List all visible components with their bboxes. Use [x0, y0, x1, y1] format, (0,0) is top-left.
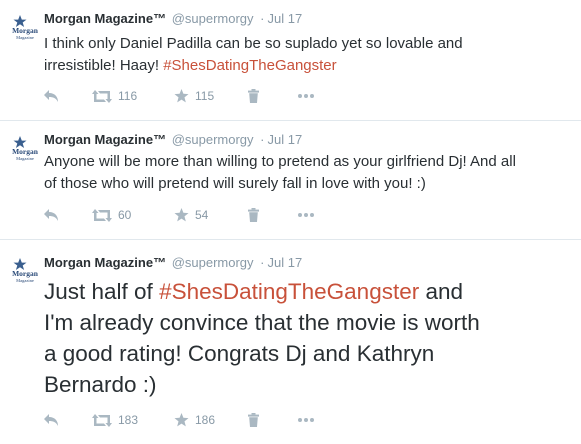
svg-text:Morgan: Morgan: [12, 147, 38, 156]
tweet: Morgan Magazine Morgan Magazine™ @superm…: [0, 0, 581, 121]
star-icon: [174, 208, 189, 222]
svg-text:Magazine: Magazine: [16, 278, 34, 283]
tweet-text-line: irresistible! Haay! #ShesDatingTheGangst…: [44, 55, 574, 77]
retweet-button[interactable]: 60: [92, 207, 131, 223]
tweet-header: Morgan Magazine™ @supermorgy · Jul 17: [44, 255, 302, 271]
svg-text:Morgan: Morgan: [12, 269, 38, 278]
more-icon: [298, 213, 314, 217]
tweet-text: Anyone will be more than willing to pret…: [44, 151, 574, 195]
fullname[interactable]: Morgan Magazine™: [44, 255, 166, 270]
separator: ·: [260, 11, 265, 26]
delete-button[interactable]: [248, 412, 259, 428]
tweet-text-line: I think only Daniel Padilla can be so su…: [44, 35, 463, 52]
retweet-icon: [92, 208, 112, 222]
tweet-actions: 116 115: [44, 88, 344, 104]
separator: ·: [260, 255, 265, 270]
tweet-text-line: Just half of #ShesDatingTheGangster and: [44, 276, 574, 307]
username[interactable]: @supermorgy: [172, 255, 254, 270]
avatar[interactable]: Morgan Magazine: [12, 135, 38, 161]
favorite-button[interactable]: 115: [174, 88, 214, 104]
reply-icon: [44, 414, 58, 426]
tweet-text: I think only Daniel Padilla can be so su…: [44, 33, 574, 77]
tweet-feed: Morgan Magazine Morgan Magazine™ @superm…: [0, 0, 581, 444]
tweet-text: Just half of #ShesDatingTheGangster and …: [44, 276, 574, 400]
favorite-button[interactable]: 54: [174, 207, 208, 223]
delete-button[interactable]: [248, 207, 259, 223]
more-icon: [298, 418, 314, 422]
fullname[interactable]: Morgan Magazine™: [44, 132, 166, 147]
favorite-count: 115: [195, 89, 215, 103]
svg-text:Magazine: Magazine: [16, 156, 34, 161]
star-icon: [174, 413, 189, 427]
tweet: Morgan Magazine Morgan Magazine™ @superm…: [0, 121, 581, 240]
favorite-count: 54: [195, 208, 209, 222]
favorite-count: 186: [195, 413, 216, 427]
more-icon: [298, 94, 314, 98]
timestamp[interactable]: Jul 17: [268, 255, 303, 270]
reply-button[interactable]: [44, 412, 59, 428]
retweet-icon: [92, 413, 112, 427]
tweet-actions: 60 54: [44, 207, 344, 223]
trash-icon: [248, 89, 259, 103]
timestamp[interactable]: Jul 17: [268, 11, 303, 26]
tweet-text-line: a good rating! Congrats Dj and Kathryn: [44, 341, 435, 366]
tweet-text-line: Bernardo :): [44, 372, 157, 397]
svg-text:Morgan: Morgan: [12, 26, 38, 35]
more-button[interactable]: [298, 412, 314, 428]
separator: ·: [260, 132, 265, 147]
avatar-logo: Morgan Magazine: [12, 15, 38, 40]
retweet-icon: [92, 89, 112, 103]
avatar-logo: Morgan Magazine: [12, 136, 38, 161]
tweet-text-line: I'm already convince that the movie is w…: [44, 310, 480, 335]
tweet-text-segment: irresistible! Haay!: [44, 57, 164, 74]
hashtag-link[interactable]: #ShesDatingTheGangster: [159, 279, 419, 304]
retweet-button[interactable]: 116: [92, 88, 137, 104]
timestamp[interactable]: Jul 17: [268, 132, 303, 147]
tweet-header: Morgan Magazine™ @supermorgy · Jul 17: [44, 132, 302, 148]
avatar[interactable]: Morgan Magazine: [12, 14, 38, 40]
username[interactable]: @supermorgy: [172, 11, 254, 26]
more-button[interactable]: [298, 207, 314, 223]
hashtag-link[interactable]: #ShesDatingTheGangster: [163, 57, 336, 74]
avatar-logo: Morgan Magazine: [12, 258, 38, 283]
reply-button[interactable]: [44, 88, 59, 104]
delete-button[interactable]: [248, 88, 259, 104]
favorite-button[interactable]: 186: [174, 412, 215, 428]
svg-text:Magazine: Magazine: [16, 35, 34, 40]
tweet-actions: 183 186: [44, 412, 344, 428]
retweet-button[interactable]: 183: [92, 412, 138, 428]
retweet-count: 116: [118, 89, 138, 103]
tweet-text-line: Anyone will be more than willing to pret…: [44, 153, 516, 170]
reply-button[interactable]: [44, 207, 59, 223]
tweet-text-line: of those who will pretend will surely fa…: [44, 175, 426, 192]
fullname[interactable]: Morgan Magazine™: [44, 11, 166, 26]
tweet-text-segment: and: [419, 279, 464, 304]
tweet: Morgan Magazine Morgan Magazine™ @superm…: [0, 240, 581, 444]
tweet-text-segment: Just half of: [44, 279, 160, 304]
retweet-count: 60: [118, 208, 132, 222]
star-icon: [174, 89, 189, 103]
tweet-header: Morgan Magazine™ @supermorgy · Jul 17: [44, 11, 302, 27]
retweet-count: 183: [118, 413, 139, 427]
reply-icon: [44, 90, 58, 102]
trash-icon: [248, 413, 259, 427]
reply-icon: [44, 209, 58, 221]
avatar[interactable]: Morgan Magazine: [12, 257, 38, 283]
more-button[interactable]: [298, 88, 314, 104]
trash-icon: [248, 208, 259, 222]
username[interactable]: @supermorgy: [172, 132, 254, 147]
